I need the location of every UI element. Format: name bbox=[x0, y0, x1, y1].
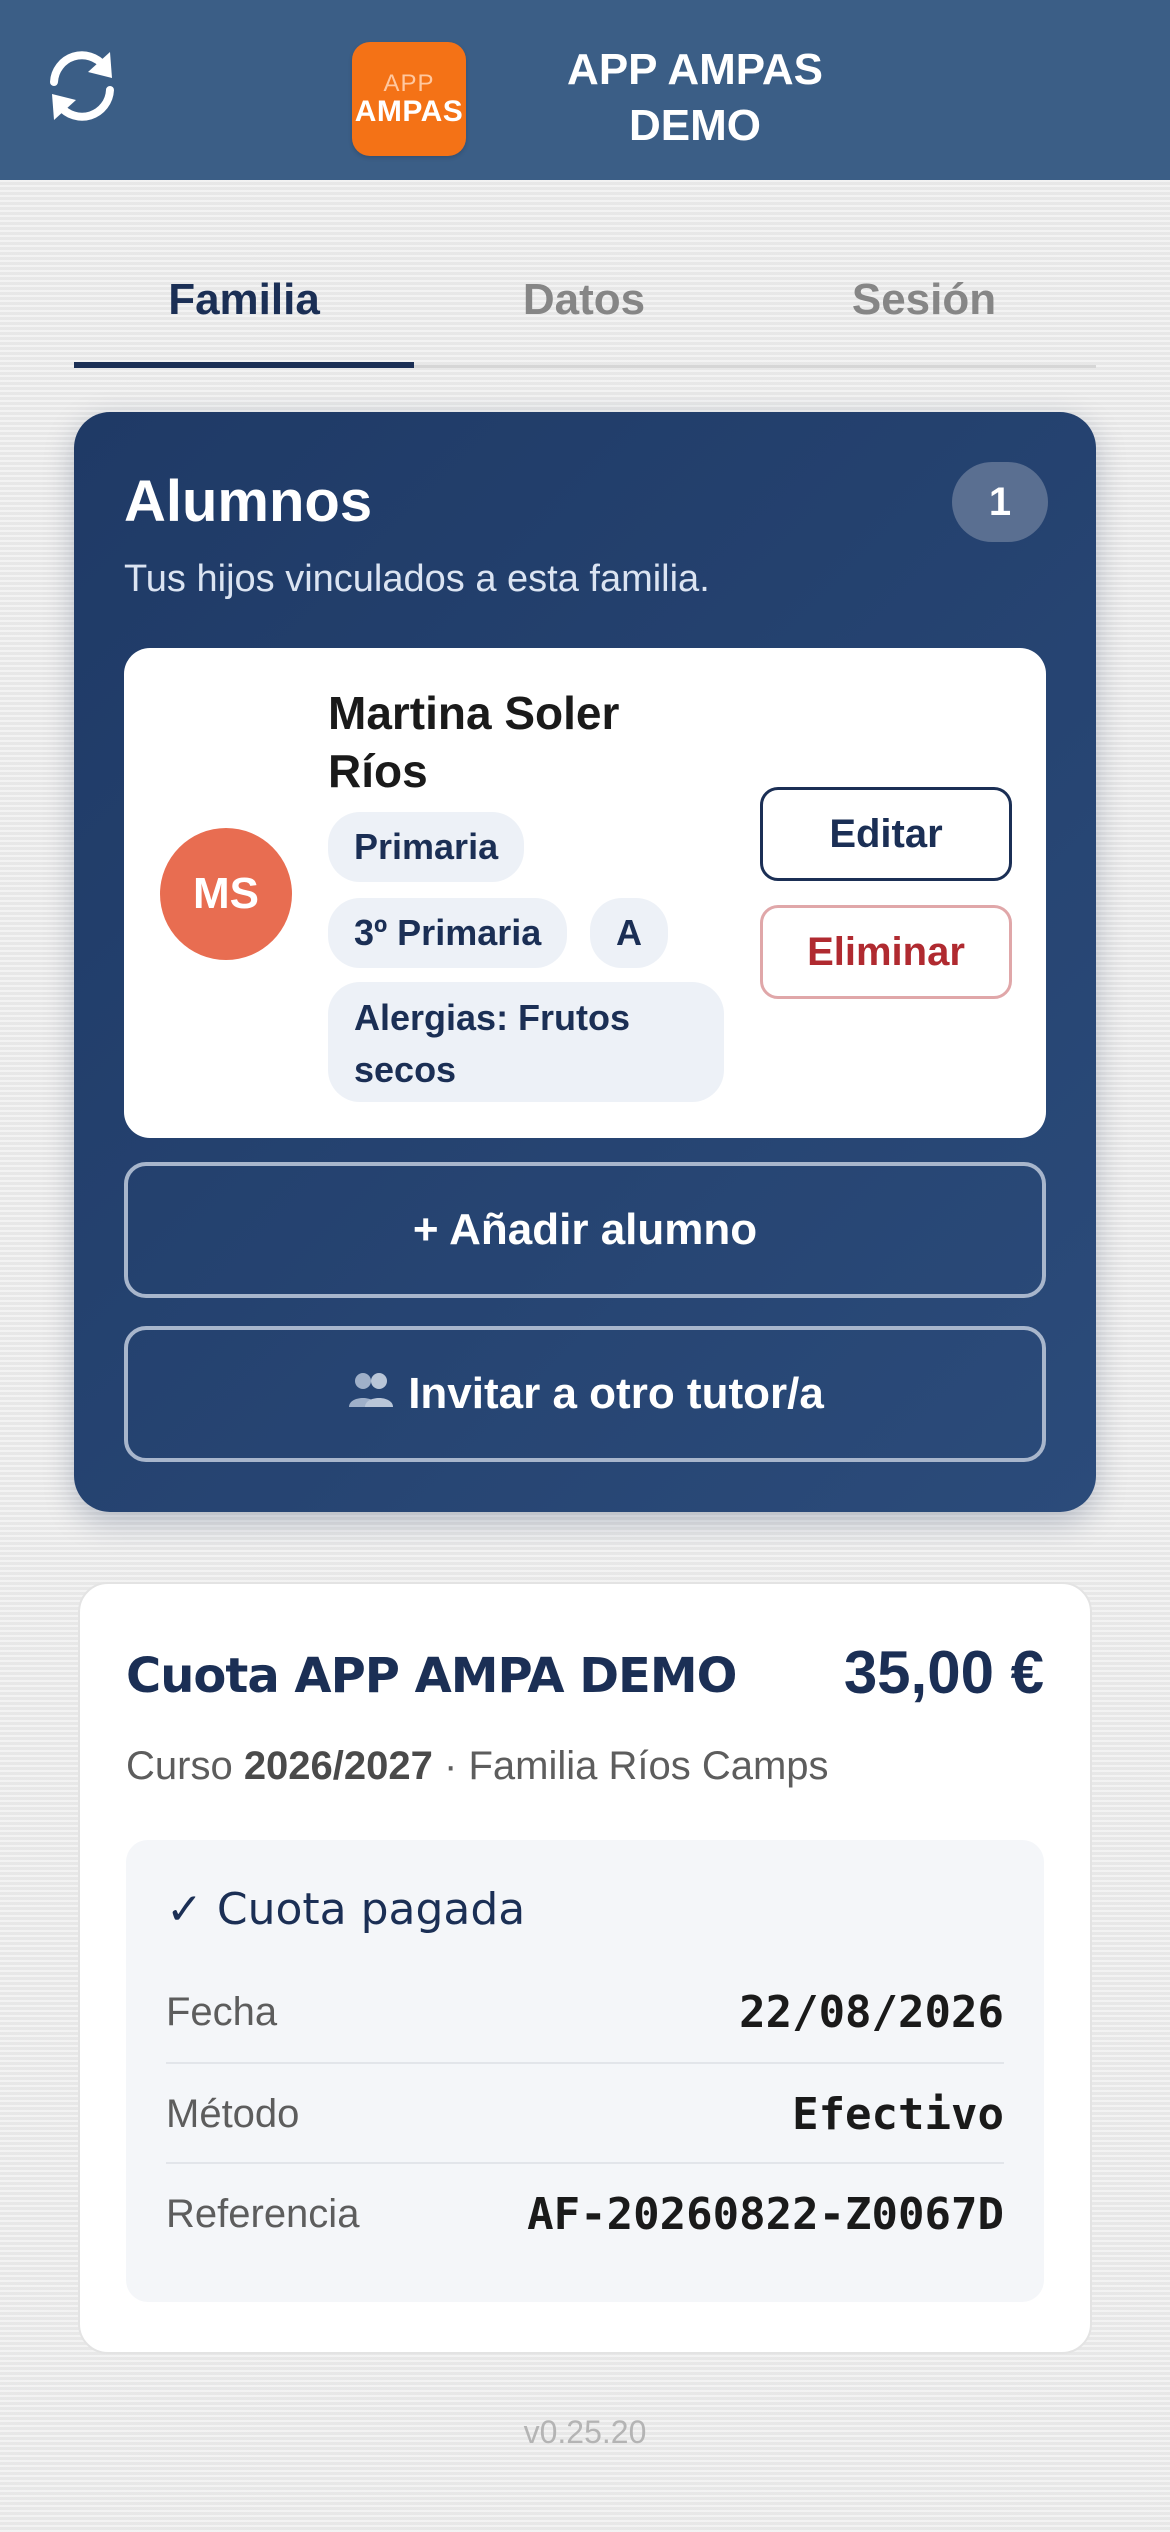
tab-datos-label: Datos bbox=[522, 275, 646, 324]
logo-line-1: APP bbox=[383, 70, 435, 97]
payment-row-date: Fecha 22/08/2026 bbox=[166, 1962, 1004, 2062]
alumnos-subtitle: Tus hijos vinculados a esta familia. bbox=[124, 558, 710, 600]
student-allergies-chip: Alergias: Frutos secos bbox=[328, 982, 724, 1102]
fee-amount: 35,00 € bbox=[843, 1639, 1044, 1706]
logo-line-2: AMPAS bbox=[354, 95, 464, 128]
tab-bar: Familia Datos Sesión bbox=[74, 240, 1096, 368]
add-student-button[interactable]: + Añadir alumno bbox=[124, 1162, 1046, 1298]
payment-row-reference: Referencia AF-20260822-Z0067D bbox=[166, 2162, 1004, 2264]
app-title: APP AMPAS DEMO bbox=[567, 45, 823, 150]
payment-status: ✓ Cuota pagada bbox=[166, 1884, 526, 1935]
payment-method-value: Efectivo bbox=[792, 2088, 1004, 2140]
student-name: Martina Soler Ríos bbox=[328, 687, 620, 797]
payment-reference-label: Referencia bbox=[166, 2191, 360, 2236]
payment-reference-value: AF-20260822-Z0067D bbox=[527, 2188, 1004, 2240]
people-icon bbox=[346, 1369, 396, 1420]
fee-subtitle: Curso 2026/2027 · Familia Ríos Camps bbox=[126, 1744, 829, 1789]
student-course-chip: 3º Primaria bbox=[328, 898, 568, 968]
invite-tutor-button[interactable]: Invitar a otro tutor/a bbox=[124, 1326, 1046, 1462]
refresh-icon[interactable] bbox=[40, 44, 124, 128]
fee-card: Cuota APP AMPA DEMO 35,00 € Curso 2026/2… bbox=[78, 1582, 1092, 2354]
student-group-chip: A bbox=[590, 898, 668, 968]
tab-familia-label: Familia bbox=[168, 275, 320, 324]
payment-date-value: 22/08/2026 bbox=[739, 1986, 1004, 2038]
payment-date-label: Fecha bbox=[166, 1989, 278, 2034]
fee-title: Cuota APP AMPA DEMO bbox=[126, 1648, 737, 1704]
student-card: MS Martina Soler Ríos Primaria 3º Primar… bbox=[124, 648, 1046, 1138]
student-level-chip: Primaria bbox=[328, 812, 525, 882]
tab-active-indicator bbox=[74, 362, 414, 368]
alumnos-card: Alumnos 1 Tus hijos vinculados a esta fa… bbox=[74, 412, 1096, 1512]
alumnos-count-badge: 1 bbox=[952, 462, 1048, 542]
invite-tutor-label: Invitar a otro tutor/a bbox=[408, 1369, 824, 1418]
payment-row-method: Método Efectivo bbox=[166, 2062, 1004, 2164]
delete-student-button[interactable]: Eliminar bbox=[760, 905, 1012, 999]
fee-course-prefix: Curso bbox=[126, 1744, 244, 1788]
app-header: APP AMPAS APP AMPAS DEMO bbox=[0, 0, 1170, 180]
payment-method-label: Método bbox=[166, 2091, 300, 2136]
tab-sesion-label: Sesión bbox=[851, 275, 997, 324]
tab-datos[interactable]: Datos bbox=[414, 240, 754, 360]
edit-student-button[interactable]: Editar bbox=[760, 787, 1012, 881]
student-avatar: MS bbox=[160, 828, 292, 960]
add-student-label: + Añadir alumno bbox=[412, 1205, 758, 1254]
fee-course-value: 2026/2027 bbox=[243, 1744, 433, 1788]
fee-family-name: · Familia Ríos Camps bbox=[432, 1744, 829, 1788]
tab-familia[interactable]: Familia bbox=[74, 240, 414, 368]
tab-sesion[interactable]: Sesión bbox=[754, 240, 1094, 360]
app-logo: APP AMPAS bbox=[352, 42, 466, 156]
app-version: v0.25.20 bbox=[523, 2414, 647, 2450]
payment-details: ✓ Cuota pagada Fecha 22/08/2026 Método E… bbox=[126, 1840, 1044, 2302]
alumnos-title: Alumnos bbox=[124, 469, 373, 534]
